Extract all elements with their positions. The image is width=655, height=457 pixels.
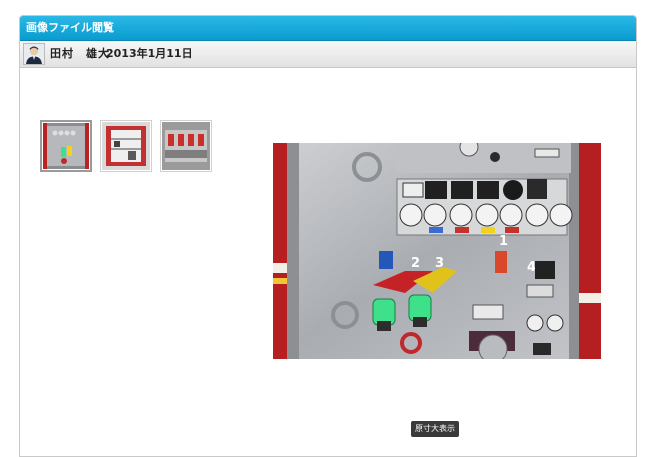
- thumbnail-1[interactable]: [40, 120, 92, 172]
- panel-label-4: 4: [527, 260, 536, 275]
- avatar[interactable]: [23, 43, 45, 65]
- user-photo-icon: [24, 44, 44, 64]
- panel-label-1: 1: [499, 234, 508, 249]
- thumbnail-2[interactable]: [100, 120, 152, 172]
- viewer-title: 画像ファイル閲覧: [26, 21, 114, 34]
- image-viewer-panel: 画像ファイル閲覧 田村 雄大 2013年1月11日 1 2 3 4 原寸大表示: [19, 15, 637, 457]
- thumbnail-2-image: [102, 122, 150, 170]
- thumbnail-3-image: [162, 122, 210, 170]
- viewer-title-bar: 画像ファイル閲覧: [20, 16, 636, 41]
- panel-label-2: 2: [411, 256, 420, 271]
- pump-panel-image: 1 2 3 4: [273, 143, 601, 359]
- full-size-button[interactable]: 原寸大表示: [411, 421, 459, 437]
- thumbnail-3[interactable]: [160, 120, 212, 172]
- page-top-strip: [0, 0, 655, 14]
- post-info-bar: 田村 雄大 2013年1月11日: [20, 41, 636, 68]
- post-date: 2013年1月11日: [106, 47, 193, 60]
- author-name: 田村 雄大: [50, 47, 110, 60]
- main-image: 1 2 3 4: [273, 143, 601, 359]
- thumbnail-1-image: [43, 123, 89, 169]
